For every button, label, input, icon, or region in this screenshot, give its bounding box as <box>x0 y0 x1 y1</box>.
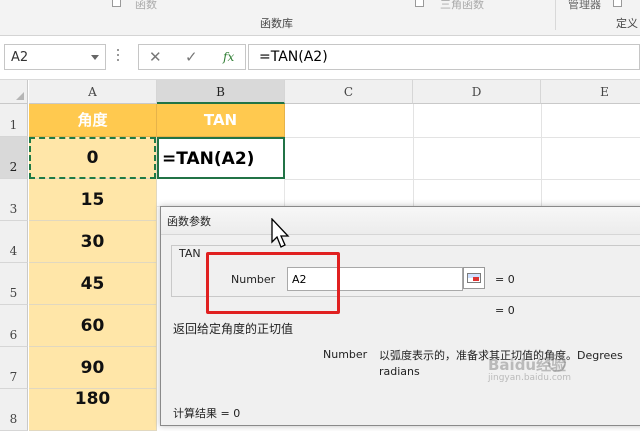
function-description: 返回给定角度的正切值 <box>173 322 294 336</box>
formula-bar: A2 ✕ ✓ fx =TAN(A2) <box>0 36 640 80</box>
group-label-function-library: 函数库 <box>260 17 293 30</box>
row-header-2[interactable]: 2 <box>0 137 28 179</box>
dialog-title: 函数参数 <box>167 215 211 228</box>
row-header-3[interactable]: 3 <box>0 179 28 221</box>
calculation-result: 计算结果 = 0 <box>173 407 241 420</box>
watermark: Baidu经验 jingyan.baidu.com <box>488 356 572 383</box>
define-name-icon[interactable] <box>613 0 622 7</box>
dialog-titlebar[interactable]: 函数参数 <box>161 207 640 235</box>
name-box-value: A2 <box>11 50 29 65</box>
chevron-down-icon[interactable] <box>91 55 99 60</box>
cancel-icon[interactable]: ✕ <box>149 48 162 66</box>
gridline <box>541 104 542 208</box>
function-arguments-dialog: 函数参数 TAN Number A2 = 0 = 0 返回给定角度的正切值 Nu… <box>160 206 640 426</box>
cell-b3[interactable] <box>157 179 285 207</box>
row-header-8[interactable]: 8 <box>0 389 28 431</box>
ribbon: 函数 函数库 三角函数 管理器 定义 <box>0 0 640 36</box>
collapse-dialog-button[interactable] <box>463 267 485 289</box>
confirm-icon[interactable]: ✓ <box>185 48 198 66</box>
row-header-7[interactable]: 7 <box>0 347 28 389</box>
copy-selection-marquee <box>29 137 156 179</box>
row-header-1[interactable]: 1 <box>0 104 28 137</box>
cell-a5[interactable]: 45 <box>29 263 157 305</box>
gridline <box>413 104 414 208</box>
trig-function-icon[interactable] <box>415 0 424 7</box>
arg-result: = 0 <box>495 273 515 286</box>
row-header-4[interactable]: 4 <box>0 221 28 263</box>
column-header-e[interactable]: E <box>541 80 640 104</box>
cell-a1[interactable]: 角度 <box>29 104 157 137</box>
mouse-cursor-icon <box>271 218 290 248</box>
row-header-6[interactable]: 6 <box>0 305 28 347</box>
formula-buttons: ✕ ✓ fx <box>138 44 246 70</box>
group-label-define: 定义 <box>616 17 638 30</box>
ribbon-faded-label-right[interactable]: 三角函数 <box>440 0 484 12</box>
cell-a8[interactable]: 180 <box>29 389 157 431</box>
cell-b1[interactable]: TAN <box>157 104 285 137</box>
gridline <box>285 137 640 138</box>
highlight-annotation <box>206 252 340 314</box>
cell-a6[interactable]: 60 <box>29 305 157 347</box>
row-header-5[interactable]: 5 <box>0 263 28 305</box>
param-name: Number <box>323 348 368 361</box>
name-box[interactable]: A2 <box>4 44 106 70</box>
formula-result: = 0 <box>495 304 515 317</box>
ribbon-separator <box>555 0 556 30</box>
insert-function-icon[interactable]: fx <box>223 50 234 64</box>
formula-text: =TAN(A2) <box>259 49 328 65</box>
column-header-a[interactable]: A <box>29 80 157 104</box>
column-header-d[interactable]: D <box>413 80 541 104</box>
formula-input[interactable]: =TAN(A2) <box>248 44 640 70</box>
cell-b2-editor[interactable]: =TAN(A2) <box>157 137 285 179</box>
cell-a4[interactable]: 30 <box>29 221 157 263</box>
column-header-b[interactable]: B <box>157 80 285 104</box>
formula-bar-grip[interactable] <box>117 49 120 65</box>
function-name: TAN <box>179 247 201 260</box>
ribbon-faded-label-left[interactable]: 函数 <box>135 0 157 12</box>
name-manager-button[interactable]: 管理器 <box>568 0 601 12</box>
select-all-corner[interactable] <box>0 80 28 104</box>
column-header-c[interactable]: C <box>285 80 413 104</box>
cell-a3[interactable]: 15 <box>29 179 157 221</box>
cell-a7[interactable]: 90 <box>29 347 157 389</box>
cell-b2-formula: =TAN(A2) <box>162 149 255 169</box>
gridline <box>285 179 640 180</box>
function-icon[interactable] <box>112 0 121 7</box>
